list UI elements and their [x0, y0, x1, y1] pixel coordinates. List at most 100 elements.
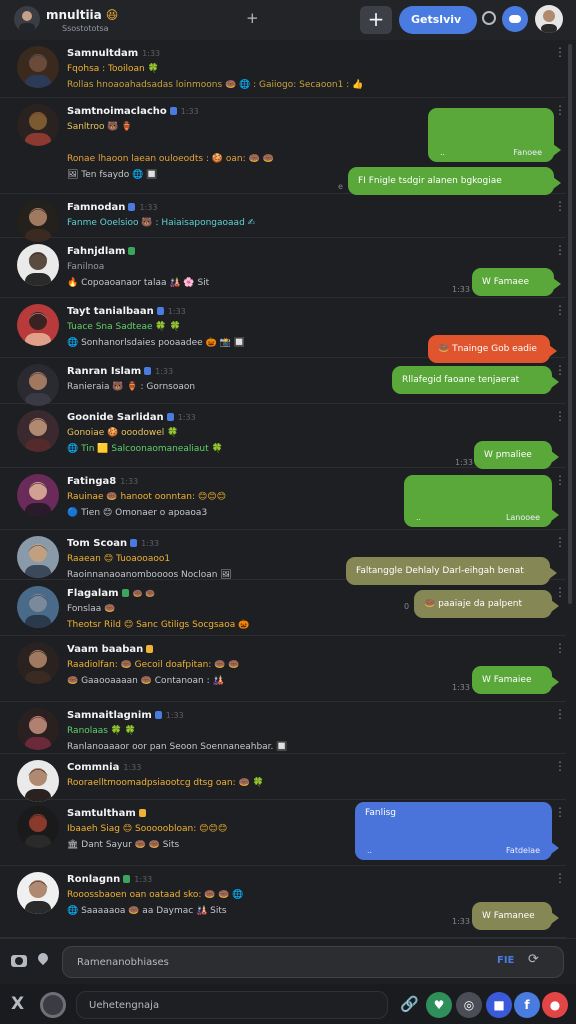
red-blue-action-button[interactable]: ■ [486, 992, 512, 1018]
contact-avatar[interactable] [17, 304, 59, 346]
contact-name-text: Tom Scoan [67, 538, 128, 549]
contact-avatar[interactable] [17, 872, 59, 914]
refresh-icon[interactable]: ⟳ [528, 952, 539, 967]
conversation-row[interactable]: Commnia 1:33 Rooraelltmoomadpsiaootcg dtsg… [0, 754, 566, 802]
contact-avatar[interactable] [17, 200, 59, 242]
format-chip[interactable]: FIE [497, 955, 514, 966]
status-circle-icon[interactable] [482, 11, 496, 25]
camera-icon[interactable] [11, 955, 27, 967]
conversation-row[interactable]: Samnultdam 1:33 Fqohsa : Tooiloan 🍀 Rollas … [0, 40, 566, 98]
message-bubble[interactable]: W pmaliee [474, 441, 559, 469]
contact-avatar[interactable] [17, 46, 59, 88]
message-preview: Sanltroo 🐻 🏺 [67, 122, 133, 132]
message-preview: Ranieraia 🐻 🏺 : Gornsoaon [67, 382, 196, 392]
message-preview: Rooossbaoen oan oataad sko: 🍩 🍩 🌐 [67, 890, 244, 900]
scrollbar[interactable] [568, 44, 572, 604]
message-bubble[interactable]: Lanooee.. [404, 475, 559, 527]
message-input[interactable] [62, 946, 564, 978]
green-action-button[interactable]: ♥ [426, 992, 452, 1018]
contact-avatar[interactable] [17, 708, 59, 750]
message-bubble[interactable]: FI Fnigle tsdgir alanen bgkogiae [348, 167, 561, 195]
bubble-tail [551, 912, 559, 924]
primary-pill-button[interactable]: Getslviv [399, 6, 477, 34]
more-options-icon[interactable]: ⋮ [554, 200, 566, 212]
contact-avatar[interactable] [17, 474, 59, 516]
bubble-text: 🍩 Tnainge Gob eadie [438, 344, 537, 354]
bubble-timestamp: Fanoee [513, 148, 542, 157]
message-bubble[interactable]: Faltanggle Dehlaly Darl-eihgah benat [346, 557, 557, 585]
contact-name-text: Tayt tanialbaan [67, 306, 154, 317]
message-bubble[interactable]: Rllafegid faoane tenjaerat [392, 366, 559, 394]
contact-avatar[interactable] [17, 806, 59, 848]
channel-avatar[interactable] [14, 6, 40, 32]
link-icon[interactable]: 🔗 [400, 995, 419, 1013]
message-preview-secondary: Raoinnanaoanomboooos Nocloan 🖼 [67, 570, 232, 580]
bubble-tail [551, 676, 559, 688]
timestamp: 1:33 [139, 203, 158, 212]
message-bubble[interactable]: W Famaiee [472, 666, 559, 694]
more-options-icon[interactable]: ⋮ [554, 46, 566, 58]
more-options-icon[interactable]: ⋮ [554, 104, 566, 116]
more-options-icon[interactable]: ⋮ [554, 642, 566, 654]
contact-avatar[interactable] [17, 410, 59, 452]
conversation-row[interactable]: Famnodan 1:33 Fanme Ooelsioo 🐻 : Haiaisapo… [0, 194, 566, 242]
more-options-icon[interactable]: ⋮ [554, 304, 566, 316]
contact-avatar[interactable] [17, 244, 59, 286]
more-options-icon[interactable]: ⋮ [554, 364, 566, 376]
contact-avatar[interactable] [17, 760, 59, 802]
red-action-button[interactable]: ● [542, 992, 568, 1018]
more-options-icon[interactable]: ⋮ [554, 474, 566, 486]
add-icon[interactable]: + [246, 9, 259, 27]
chat-app-icon[interactable] [502, 6, 528, 32]
contact-name-text: Ronlagnn [67, 874, 121, 885]
bubble-dots: .. [440, 148, 446, 157]
channel-title[interactable]: mnultiia 😆 [46, 8, 118, 22]
contact-avatar[interactable] [17, 642, 59, 684]
contact-avatar[interactable] [17, 586, 59, 628]
contact-name-text: Goonide Sarlidan [67, 412, 164, 423]
contact-avatar[interactable] [17, 364, 59, 406]
bubble-tail [553, 177, 561, 189]
message-bubble[interactable]: 🍩 Tnainge Gob eadie [428, 335, 557, 363]
title-emoji: 😆 [105, 8, 119, 22]
gray-action-button[interactable]: ◎ [456, 992, 482, 1018]
more-options-icon[interactable]: ⋮ [554, 586, 566, 598]
message-bubble[interactable]: Fanlisg Fatdelae.. [355, 802, 559, 860]
close-icon[interactable]: X [11, 994, 24, 1014]
verified-badge-icon [123, 875, 131, 883]
contact-name-text: Samtnoimaclacho [67, 106, 167, 117]
more-options-icon[interactable]: ⋮ [554, 536, 566, 548]
more-options-icon[interactable]: ⋮ [554, 244, 566, 256]
more-options-icon[interactable]: ⋮ [554, 806, 566, 818]
verified-badge-icon [138, 809, 146, 817]
user-avatar[interactable] [535, 5, 563, 33]
timestamp: 1:33 [167, 307, 186, 316]
more-options-icon[interactable]: ⋮ [554, 872, 566, 884]
contact-name-text: Samnaitlagnim [67, 710, 152, 721]
message-bubble[interactable]: Fanoee.. [428, 108, 561, 162]
verified-badge-icon [166, 413, 174, 421]
more-options-icon[interactable]: ⋮ [554, 760, 566, 772]
timestamp: 1:33 [180, 107, 199, 116]
more-options-icon[interactable]: ⋮ [554, 410, 566, 422]
message-bubble[interactable]: 🍩 paaiaje da palpent [414, 590, 559, 618]
message-feed[interactable]: Samnultdam 1:33 Fqohsa : Tooiloan 🍀 Rollas … [0, 40, 566, 938]
contact-name: Samnultdam 1:33 [67, 48, 160, 59]
contact-avatar[interactable] [17, 536, 59, 578]
contact-avatar[interactable] [17, 104, 59, 146]
swirl-icon[interactable] [40, 992, 66, 1018]
bubble-tail [551, 509, 559, 521]
more-options-icon[interactable]: ⋮ [554, 708, 566, 720]
secondary-input[interactable] [76, 991, 388, 1019]
message-preview-secondary: 🔥 Copoaoanaor talaa 🎎 🌸 Sit [67, 278, 210, 288]
bubble-meta: 1:33 [452, 285, 470, 294]
message-preview: Fanme Ooelsioo 🐻 : Haiaisapongaoaad ✍ [67, 218, 256, 228]
new-button[interactable]: + [360, 6, 392, 34]
contact-name-text: Famnodan [67, 202, 126, 213]
message-bubble[interactable]: W Famanee [472, 902, 559, 930]
location-pin-icon[interactable] [35, 950, 51, 966]
message-preview-secondary: Ronae lhaoon laean ouloeodts : 🍪 oan: 🍩 … [67, 154, 274, 164]
blue-action-button[interactable]: f [514, 992, 540, 1018]
conversation-row[interactable]: Samnaitlagnim 1:33 Ranolaas 🍀 🍀 Ranlanoaaao… [0, 702, 566, 754]
message-bubble[interactable]: W Famaee [472, 268, 561, 296]
